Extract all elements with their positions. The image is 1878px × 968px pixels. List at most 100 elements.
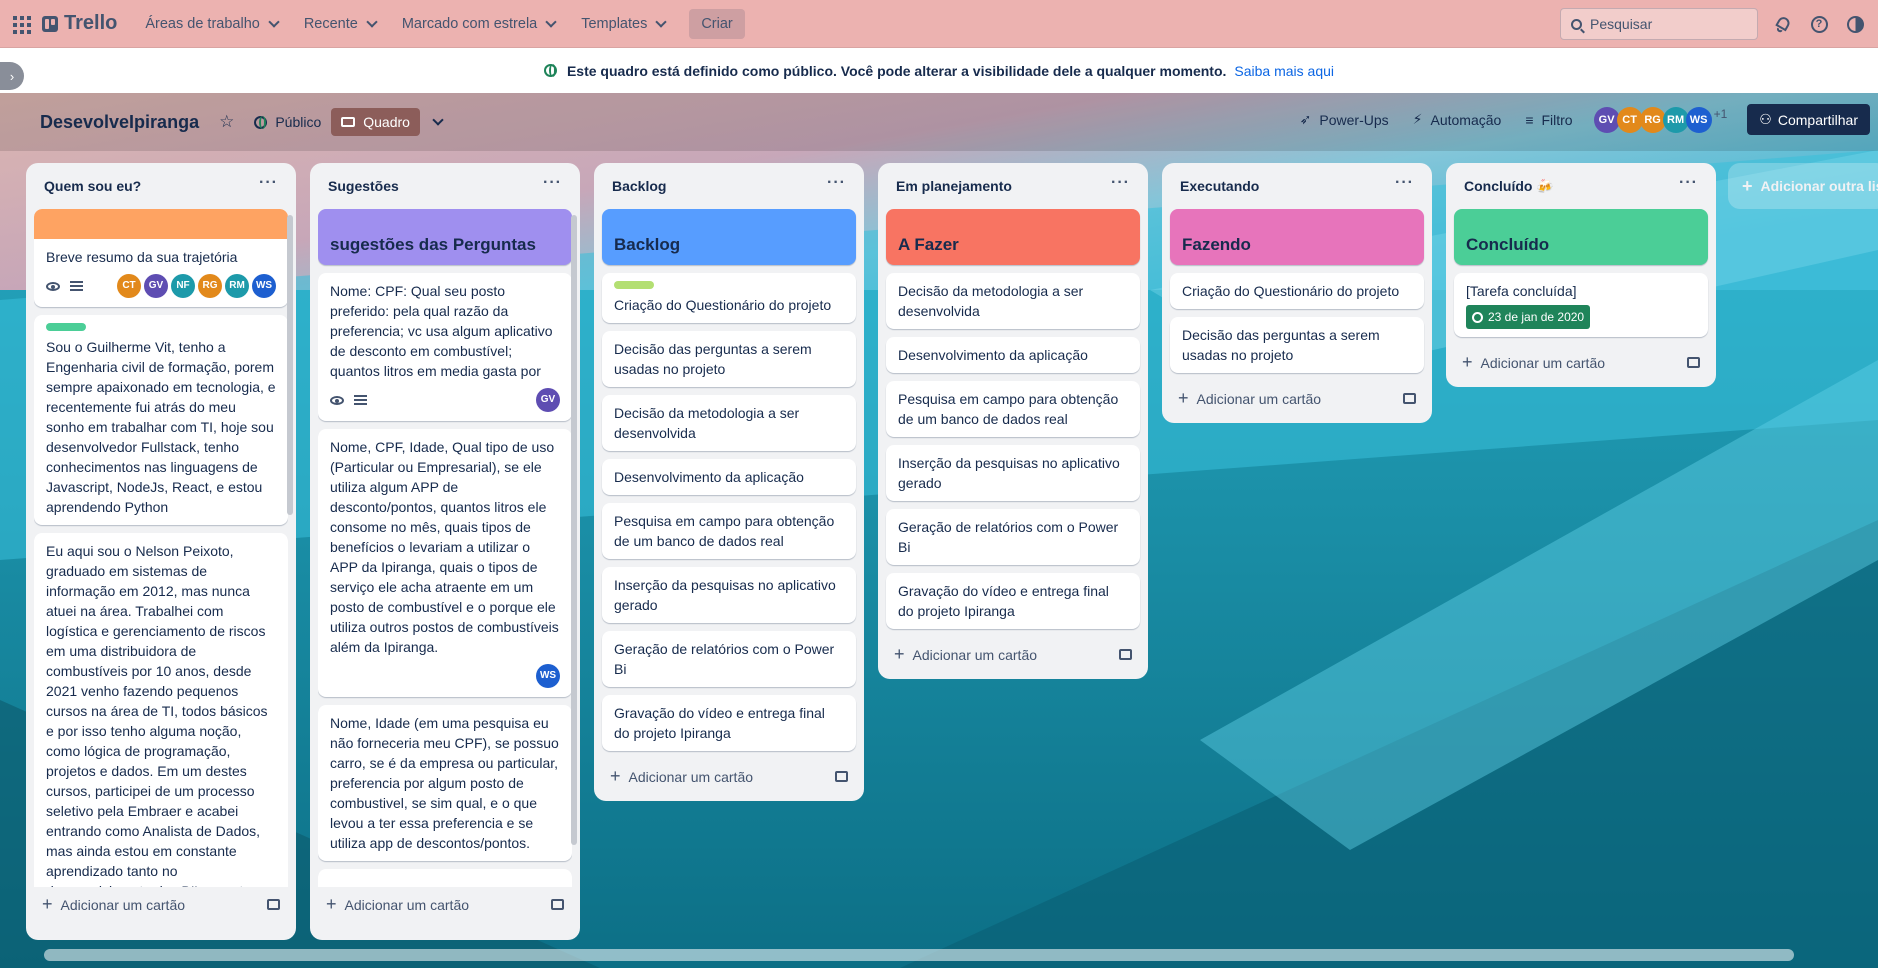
list-card[interactable]: Criação do Questionário do projeto xyxy=(1170,273,1424,309)
menu-templates[interactable]: Templates xyxy=(571,9,675,39)
menu-starred[interactable]: Marcado com estrela xyxy=(392,9,565,39)
list-card[interactable]: Nome, CPF, Idade, Qual tipo de uso (Part… xyxy=(318,429,572,697)
card-template-icon[interactable] xyxy=(1403,392,1416,404)
list-card[interactable]: Geração de relatórios com o Power Bi xyxy=(602,631,856,687)
board-view-button[interactable]: Quadro xyxy=(331,108,420,136)
power-ups-button[interactable]: ➶ Power-Ups xyxy=(1290,105,1399,134)
list-card[interactable]: Pesquisa em campo para obtenção de um ba… xyxy=(886,381,1140,437)
visibility-button[interactable]: Público xyxy=(244,108,331,136)
avatar[interactable]: RM xyxy=(1662,106,1689,133)
avatar[interactable]: NF xyxy=(171,274,195,298)
list-card[interactable]: Pesquisa em campo para obtenção de um ba… xyxy=(602,503,856,559)
list-header[interactable]: Quem sou eu? ··· xyxy=(34,163,288,209)
list-menu-icon[interactable]: ··· xyxy=(1395,174,1414,192)
list-header[interactable]: Concluído 🍻 ··· xyxy=(1454,163,1708,209)
list-header[interactable]: Executando ··· xyxy=(1170,163,1424,209)
list-title[interactable]: Executando xyxy=(1180,178,1259,194)
list-scrollbar[interactable] xyxy=(571,215,577,845)
list-card[interactable]: Gravação do vídeo e entrega final do pro… xyxy=(886,573,1140,629)
automation-button[interactable]: ⚡ Automação xyxy=(1403,105,1512,134)
card-template-icon[interactable] xyxy=(1687,356,1700,368)
list-card[interactable]: Backlog xyxy=(602,209,856,265)
list-header[interactable]: Backlog ··· xyxy=(602,163,856,209)
list-card[interactable]: Criação do Questionário do projeto xyxy=(602,273,856,323)
add-card-button[interactable]: + Adicionar um cartão xyxy=(1170,381,1424,415)
app-switcher-icon[interactable] xyxy=(10,13,32,35)
list-title[interactable]: Quem sou eu? xyxy=(44,178,141,194)
list-card[interactable]: Nome: CPF: Qual seu posto preferido: pel… xyxy=(318,273,572,421)
search-box[interactable] xyxy=(1560,8,1758,40)
list-card[interactable]: Inserção da pesquisas no aplicativo gera… xyxy=(602,567,856,623)
trello-logo[interactable]: Trello xyxy=(42,12,117,35)
filter-button[interactable]: ≡ Filtro xyxy=(1515,106,1582,134)
add-card-button[interactable]: + Adicionar um cartão xyxy=(1454,345,1708,379)
menu-workspaces[interactable]: Áreas de trabalho xyxy=(135,9,287,39)
list-card[interactable]: Decisão da metodologia a ser desenvolvid… xyxy=(886,273,1140,329)
help-icon[interactable]: ? xyxy=(1808,13,1830,35)
list-title[interactable]: Concluído 🍻 xyxy=(1464,178,1554,195)
list-card[interactable]: Decisão da metodologia a ser desenvolvid… xyxy=(602,395,856,451)
card-template-icon[interactable] xyxy=(835,770,848,782)
avatar[interactable]: WS xyxy=(536,664,560,688)
list-card[interactable]: Sou o Guilherme Vit, tenho a Engenharia … xyxy=(34,315,288,525)
view-switcher-button[interactable] xyxy=(420,114,452,130)
list-menu-icon[interactable]: ··· xyxy=(1111,174,1130,192)
list-card[interactable]: [Tarefa concluída] 23 de jan de 2020 xyxy=(1454,273,1708,337)
list-card[interactable]: Nome, Idade (em uma pesquisa eu não forn… xyxy=(318,705,572,861)
avatar[interactable]: WS xyxy=(1685,106,1712,133)
add-card-button[interactable]: + Adicionar um cartão xyxy=(602,759,856,793)
list-card[interactable]: Desenvolvimento da aplicação xyxy=(602,459,856,495)
notifications-bell-icon[interactable] xyxy=(1772,13,1794,35)
avatar[interactable]: RG xyxy=(198,274,222,298)
list-card[interactable]: Decisão das perguntas a serem usadas no … xyxy=(602,331,856,387)
avatar[interactable]: GV xyxy=(536,388,560,412)
list-card[interactable]: Inserção da pesquisas no aplicativo gera… xyxy=(886,445,1140,501)
star-board-button[interactable]: ☆ xyxy=(209,106,244,138)
menu-recent[interactable]: Recente xyxy=(294,9,386,39)
list-header[interactable]: Sugestões ··· xyxy=(318,163,572,209)
list-header[interactable]: Em planejamento ··· xyxy=(886,163,1140,209)
avatar[interactable]: WS xyxy=(252,274,276,298)
list-card[interactable]: Breve resumo da sua trajetória CT GV NF … xyxy=(34,209,288,307)
list-title[interactable]: Backlog xyxy=(612,178,666,194)
avatar[interactable]: RM xyxy=(225,274,249,298)
avatar[interactable]: CT xyxy=(1616,106,1643,133)
list-card[interactable]: Eu aqui sou o Nelson Peixoto, graduado e… xyxy=(34,533,288,887)
create-button[interactable]: Criar xyxy=(689,8,745,39)
due-date-badge[interactable]: 23 de jan de 2020 xyxy=(1466,305,1591,329)
add-card-button[interactable]: + Adicionar um cartão xyxy=(886,637,1140,671)
list-title[interactable]: Em planejamento xyxy=(896,178,1012,194)
list-card[interactable]: Geração de relatórios com o Power Bi xyxy=(886,509,1140,565)
search-input[interactable] xyxy=(1590,16,1740,32)
more-members-count[interactable]: +1 xyxy=(1714,107,1728,133)
list-card[interactable]: Decisão das perguntas a serem usadas no … xyxy=(1170,317,1424,373)
card-template-icon[interactable] xyxy=(267,898,280,910)
card-template-icon[interactable] xyxy=(551,898,564,910)
list-card[interactable]: Fazendo xyxy=(1170,209,1424,265)
list-card[interactable]: Desenvolvimento da aplicação xyxy=(886,337,1140,373)
list-card[interactable] xyxy=(318,869,572,887)
theme-toggle-icon[interactable] xyxy=(1844,13,1866,35)
list-title[interactable]: Sugestões xyxy=(328,178,399,194)
banner-learn-more-link[interactable]: Saiba mais aqui xyxy=(1234,63,1334,79)
avatar[interactable]: RG xyxy=(1639,106,1666,133)
list-menu-icon[interactable]: ··· xyxy=(543,174,562,192)
list-menu-icon[interactable]: ··· xyxy=(259,174,278,192)
add-list-button[interactable]: + Adicionar outra lista xyxy=(1728,163,1878,209)
avatar[interactable]: GV xyxy=(1593,106,1620,133)
list-card[interactable]: Concluído xyxy=(1454,209,1708,265)
avatar[interactable]: GV xyxy=(144,274,168,298)
list-card[interactable]: sugestões das Perguntas xyxy=(318,209,572,265)
board-title[interactable]: DesevolveIpiranga xyxy=(30,108,209,137)
list-menu-icon[interactable]: ··· xyxy=(1679,174,1698,192)
avatar[interactable]: CT xyxy=(117,274,141,298)
list-card[interactable]: Gravação do vídeo e entrega final do pro… xyxy=(602,695,856,751)
card-template-icon[interactable] xyxy=(1119,648,1132,660)
list-menu-icon[interactable]: ··· xyxy=(827,174,846,192)
board-horizontal-scrollbar[interactable] xyxy=(44,949,1794,961)
add-card-button[interactable]: + Adicionar um cartão xyxy=(318,887,572,921)
share-button[interactable]: ⚇ Compartilhar xyxy=(1747,104,1870,135)
add-card-button[interactable]: + Adicionar um cartão xyxy=(34,887,288,921)
list-scrollbar[interactable] xyxy=(287,215,293,515)
list-card[interactable]: A Fazer xyxy=(886,209,1140,265)
